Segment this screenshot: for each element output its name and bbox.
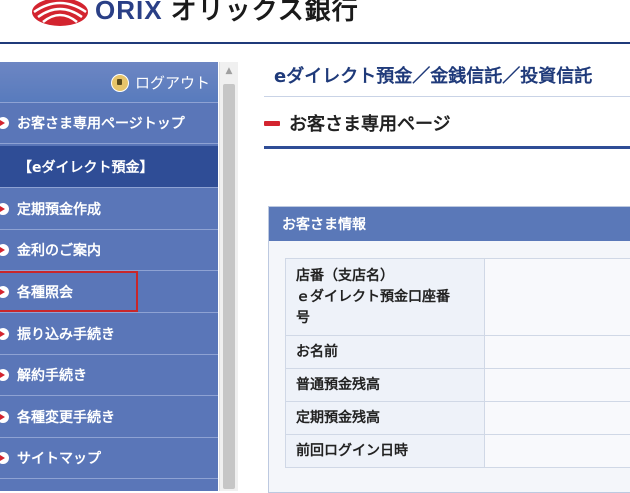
sidebar: ログアウト お客さま専用ページトップ 【eダイレクト預金】 定期預金作成 金利の… [0,62,218,491]
header: ORIX オリックス銀行 [0,0,630,44]
sidebar-section-label: 【eダイレクト預金】 [18,157,154,177]
arrow-bullet-icon [0,244,9,256]
lock-icon [111,74,129,92]
sidebar-scrollbar[interactable]: ▲ [219,62,238,491]
row-value [485,336,630,369]
sidebar-item-cancellation[interactable]: 解約手続き [0,355,218,396]
sidebar-item-label: サイトマップ [17,448,101,468]
label-line: 店番（支店名） [296,266,474,287]
scroll-up-icon[interactable]: ▲ [220,62,238,80]
row-value [485,259,630,336]
customer-info-table: 店番（支店名） ｅダイレクト預金口座番 号 お名前 普通預金残高 定期預金残高 … [285,258,630,468]
label-line: 号 [296,308,474,329]
table-row: 前回ログイン日時 [286,435,630,468]
table-row: 店番（支店名） ｅダイレクト預金口座番 号 [286,259,630,336]
row-label-last-login: 前回ログイン日時 [286,435,485,468]
label-line: ｅダイレクト預金口座番 [296,287,474,308]
sidebar-item-label: 定期預金作成 [17,199,101,219]
logo-latin: ORIX [95,0,163,25]
sidebar-item-time-deposit[interactable]: 定期預金作成 [0,189,218,230]
sidebar-item-label: 振り込み手続き [17,324,115,344]
section-title: eダイレクト預金／金銭信託／投資信託 [274,62,592,88]
arrow-bullet-icon [0,411,9,423]
page-heading: お客さま専用ページ [264,100,630,146]
heading-marker-icon [264,121,280,126]
arrow-bullet-icon [0,328,9,340]
page-title: お客さま専用ページ [289,110,451,136]
row-value [485,402,630,435]
row-label-name: お名前 [286,336,485,369]
sidebar-item-transfer[interactable]: 振り込み手続き [0,314,218,355]
arrow-bullet-icon [0,452,9,464]
sidebar-item-sitemap[interactable]: サイトマップ [0,438,218,479]
sidebar-item-top-page[interactable]: お客さま専用ページトップ [0,103,218,144]
title-divider [264,96,630,97]
orix-logo-icon [30,0,90,26]
row-value [485,369,630,402]
logout-bar: ログアウト [0,62,218,103]
arrow-bullet-icon [0,117,9,129]
sidebar-item-label: お客さま専用ページトップ [17,113,185,133]
sidebar-item-changes[interactable]: 各種変更手続き [0,397,218,438]
scroll-thumb[interactable] [223,84,235,489]
main-content: eダイレクト預金／金銭信託／投資信託 お客さま専用ページ お客さま情報 店番（支… [238,62,630,491]
header-divider [0,42,630,44]
customer-info-panel: お客さま情報 店番（支店名） ｅダイレクト預金口座番 号 お名前 普通預金残高 … [268,206,630,493]
page-title-underline [264,146,630,149]
sidebar-item-label: 各種変更手続き [17,407,115,427]
row-value [485,435,630,468]
table-row: 普通預金残高 [286,369,630,402]
bank-name: オリックス銀行 [171,0,359,26]
panel-title: お客さま情報 [269,207,630,241]
logout-button[interactable]: ログアウト [111,72,210,93]
sidebar-item-label: 金利のご案内 [17,240,101,260]
sidebar-section-edirect: 【eダイレクト預金】 [0,146,218,188]
table-row: お名前 [286,336,630,369]
table-row: 定期預金残高 [286,402,630,435]
arrow-bullet-icon [0,369,9,381]
row-label-savings-balance: 普通預金残高 [286,369,485,402]
logo-text[interactable]: ORIX オリックス銀行 [95,0,359,27]
arrow-bullet-icon [0,203,9,215]
sidebar-item-label: 解約手続き [17,365,87,385]
row-label-branch-account: 店番（支店名） ｅダイレクト預金口座番 号 [286,259,485,336]
sidebar-item-interest-rates[interactable]: 金利のご案内 [0,230,218,271]
selection-highlight [0,271,138,312]
row-label-time-deposit-balance: 定期預金残高 [286,402,485,435]
logout-label: ログアウト [135,72,210,93]
